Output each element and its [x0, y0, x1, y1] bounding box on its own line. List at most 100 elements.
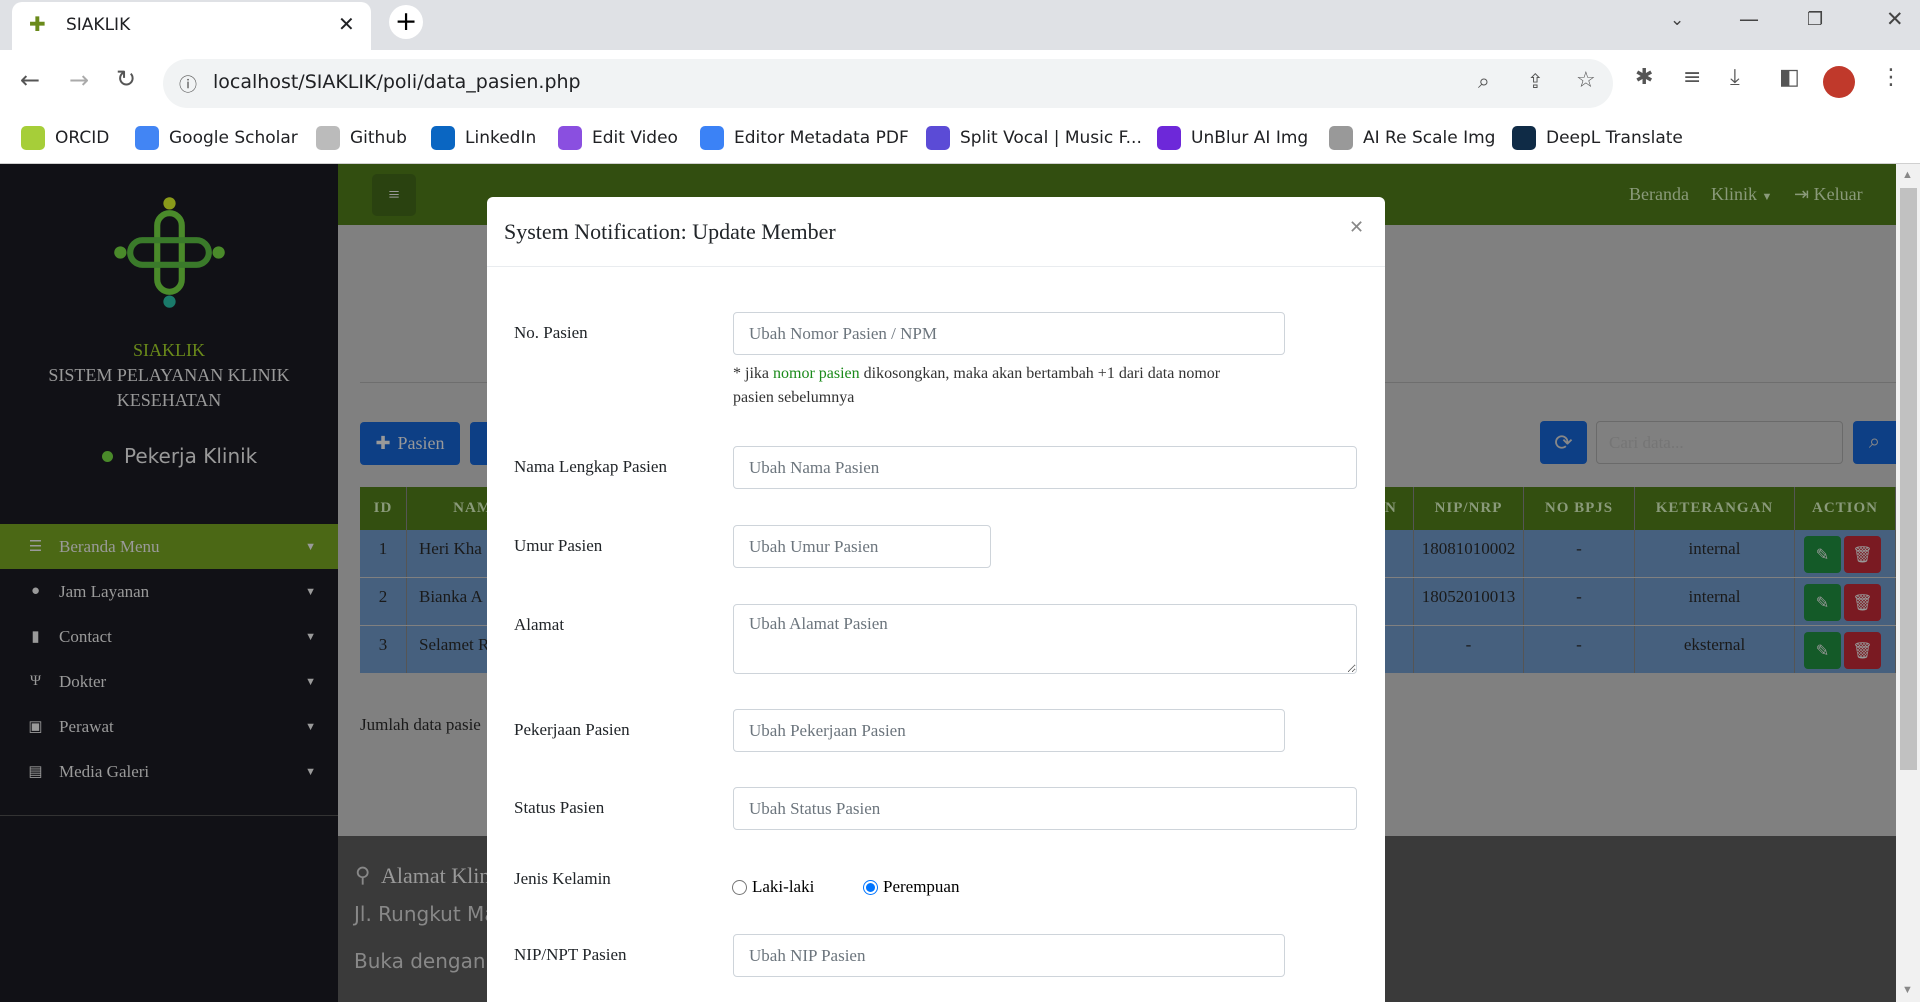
nip-input[interactable]	[733, 934, 1285, 977]
sidebar-item-jam-layanan[interactable]: ● Jam Layanan ▼	[0, 569, 338, 614]
table-cell: 18081010002	[1414, 530, 1524, 577]
edit-button[interactable]: ✎	[1804, 536, 1841, 573]
edit-button[interactable]: ✎	[1804, 632, 1841, 669]
pekerjaan-input[interactable]	[733, 709, 1285, 752]
bookmark-label: Edit Video	[592, 128, 678, 148]
add-pasien-button[interactable]: ✚ Pasien	[360, 422, 460, 465]
bookmark-item[interactable]: AI Re Scale Img	[1329, 126, 1495, 150]
nav-beranda[interactable]: Beranda	[1629, 184, 1689, 205]
bookmark-item[interactable]: DeepL Translate	[1512, 126, 1683, 150]
profile-avatar[interactable]	[1823, 66, 1855, 98]
scroll-thumb[interactable]	[1900, 188, 1917, 770]
menu-icon[interactable]: ⋮	[1880, 65, 1902, 90]
bookmark-icon	[558, 126, 582, 150]
bookmark-item[interactable]: Github	[316, 126, 407, 150]
bookmark-item[interactable]: ORCID	[21, 126, 109, 150]
bookmark-icon	[1512, 126, 1536, 150]
bookmark-label: Github	[350, 128, 407, 148]
radio-laki[interactable]	[732, 879, 747, 895]
delete-button[interactable]: 🗑	[1844, 632, 1881, 669]
nav-keluar[interactable]: ⇥ Keluar	[1794, 184, 1863, 205]
images-icon: ▤	[28, 764, 43, 780]
bookmark-label: DeepL Translate	[1546, 128, 1683, 148]
edit-button[interactable]: ✎	[1804, 584, 1841, 621]
media-icon[interactable]: ≡	[1683, 65, 1701, 90]
delete-button[interactable]: 🗑	[1844, 584, 1881, 621]
bookmark-item[interactable]: Editor Metadata PDF	[700, 126, 909, 150]
bookmark-icon	[700, 126, 724, 150]
favicon-icon: ✚	[29, 12, 46, 36]
sign-out-icon: ⇥	[1794, 184, 1810, 204]
caret-down-icon: ▼	[305, 585, 316, 598]
download-icon[interactable]: ⤓	[1730, 65, 1740, 90]
footer-title: Alamat Klin	[381, 863, 491, 888]
search-input[interactable]	[1596, 421, 1843, 464]
caret-down-icon: ▼	[305, 675, 316, 688]
bookmark-star-icon[interactable]: ☆	[1576, 68, 1596, 93]
add-pasien-label: Pasien	[397, 433, 445, 453]
plus-icon: ✚	[375, 433, 391, 453]
bookmark-item[interactable]: LinkedIn	[431, 126, 536, 150]
browser-tab[interactable]: ✚ SIAKLIK ✕	[12, 2, 371, 50]
status-input[interactable]	[733, 787, 1357, 830]
zoom-icon[interactable]: ⌕	[1478, 69, 1490, 94]
bookmark-icon	[431, 126, 455, 150]
sidebar-item-contact[interactable]: ▮ Contact ▼	[0, 614, 338, 659]
bookmark-label: Split Vocal | Music F...	[960, 128, 1142, 148]
sidebar-item-label: Jam Layanan	[59, 581, 150, 601]
sidebar-toggle-button[interactable]: ≡	[372, 174, 416, 216]
no-pasien-input[interactable]	[733, 312, 1285, 355]
no-pasien-label: No. Pasien	[514, 323, 588, 342]
side-panel-icon[interactable]: ◧	[1779, 65, 1800, 90]
refresh-button[interactable]: ⟳	[1540, 421, 1587, 464]
bookmark-item[interactable]: Split Vocal | Music F...	[926, 126, 1142, 150]
address-bar[interactable]: ⓘ localhost/SIAKLIK/poli/data_pasien.php…	[163, 59, 1613, 108]
radio-perempuan[interactable]	[863, 879, 878, 895]
table-cell: -	[1524, 578, 1635, 625]
clinic-logo	[114, 197, 225, 308]
window-close-icon[interactable]: ✕	[1886, 7, 1904, 31]
bookmark-item[interactable]: UnBlur AI Img	[1157, 126, 1308, 150]
sidebar-item-beranda-menu[interactable]: ☰ Beranda Menu ▼	[0, 524, 338, 569]
tab-close-icon[interactable]: ✕	[338, 12, 355, 36]
bookmark-item[interactable]: Edit Video	[558, 126, 678, 150]
nav-klinik[interactable]: Klinik ▼	[1711, 184, 1772, 205]
gender-option-perempuan[interactable]: Perempuan	[863, 877, 959, 897]
bookmark-label: LinkedIn	[465, 128, 537, 148]
tab-search-icon[interactable]: ⌄	[1670, 10, 1684, 30]
scrollbar[interactable]: ▲ ▼	[1896, 164, 1920, 1002]
new-tab-button[interactable]: +	[389, 5, 423, 39]
address-book-icon: ▮	[31, 629, 40, 645]
table-cell: -	[1524, 626, 1635, 673]
nama-input[interactable]	[733, 446, 1357, 489]
umur-input[interactable]	[733, 525, 991, 568]
modal-title: System Notification: Update Member	[504, 219, 836, 244]
share-icon[interactable]: ⇪	[1527, 69, 1544, 93]
table-cell: 3	[360, 626, 407, 673]
table-header: N	[1385, 487, 1414, 530]
url-text: localhost/SIAKLIK/poli/data_pasien.php	[213, 71, 581, 93]
back-icon[interactable]: ←	[20, 66, 40, 94]
gender-option-laki[interactable]: Laki-laki	[732, 877, 814, 897]
sidebar-item-perawat[interactable]: ▣ Perawat ▼	[0, 704, 338, 749]
scroll-up-icon[interactable]: ▲	[1902, 169, 1913, 181]
sidebar-item-label: Contact	[59, 626, 112, 646]
forward-icon[interactable]: →	[69, 66, 89, 94]
minimize-icon[interactable]: —	[1739, 7, 1759, 31]
help-text: pasien sebelumnya	[733, 389, 855, 406]
modal-close-icon[interactable]: ✕	[1349, 217, 1364, 238]
delete-button[interactable]: 🗑	[1844, 536, 1881, 573]
alamat-textarea[interactable]	[733, 604, 1357, 674]
extensions-icon[interactable]: ✱	[1635, 65, 1653, 90]
sidebar-item-media-galeri[interactable]: ▤ Media Galeri ▼	[0, 749, 338, 794]
reload-icon[interactable]: ↻	[116, 65, 136, 93]
scroll-down-icon[interactable]: ▼	[1902, 984, 1913, 996]
bookmark-label: AI Re Scale Img	[1363, 128, 1496, 148]
restore-icon[interactable]: ❐	[1807, 9, 1823, 30]
sidebar-item-dokter[interactable]: Ψ Dokter ▼	[0, 659, 338, 704]
search-button[interactable]: ⌕	[1853, 421, 1896, 464]
site-info-icon[interactable]: ⓘ	[179, 71, 197, 97]
bookmark-item[interactable]: Google Scholar	[135, 126, 298, 150]
table-header: ACTION	[1795, 487, 1896, 530]
table-cell: Bianka A	[407, 578, 493, 625]
